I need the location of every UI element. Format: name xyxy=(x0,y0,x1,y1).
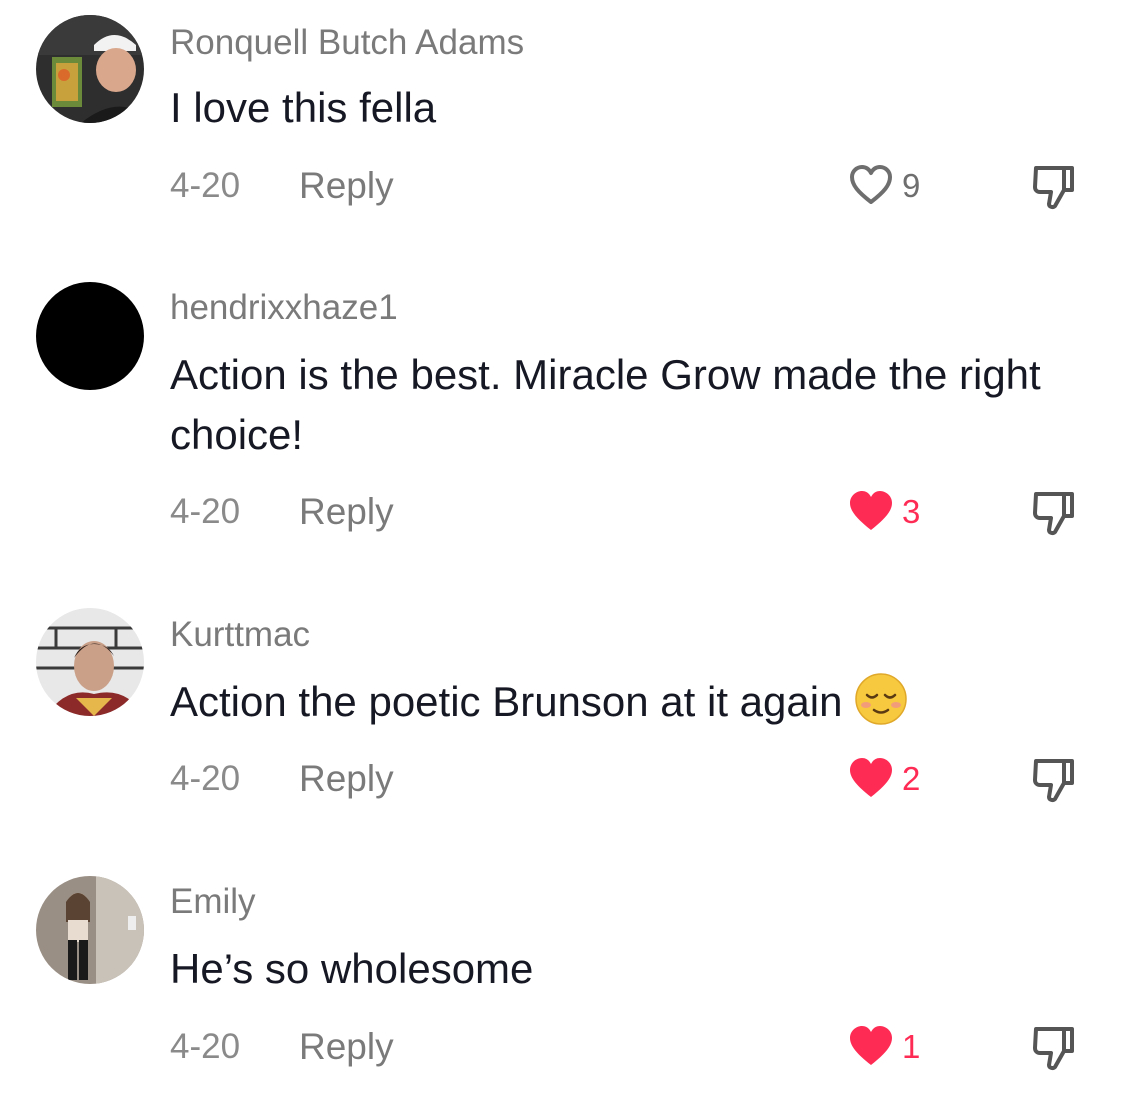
thumbs-down-icon xyxy=(1033,759,1074,803)
heart-icon xyxy=(850,1026,892,1065)
thumbs-down-icon xyxy=(1033,166,1074,210)
comment-date: 4-20 xyxy=(170,166,241,205)
comment-text: Action the poetic Brunson at it again xyxy=(170,678,843,725)
relieved-face-emoji xyxy=(855,673,908,725)
avatar[interactable] xyxy=(36,282,144,390)
heart-icon xyxy=(850,491,892,530)
like-count: 1 xyxy=(902,1027,921,1065)
comment-text: Action is the best. Miracle Grow made th… xyxy=(170,351,1041,458)
avatar[interactable] xyxy=(36,876,144,984)
username[interactable]: Emily xyxy=(170,884,256,919)
like-count: 9 xyxy=(902,166,921,204)
reply-button[interactable]: Reply xyxy=(299,167,394,204)
dislike-button[interactable] xyxy=(1028,1021,1080,1073)
comment-date: 4-20 xyxy=(170,1027,241,1066)
like-button[interactable]: 3 xyxy=(848,487,920,535)
username[interactable]: Kurttmac xyxy=(170,617,310,652)
heart-icon xyxy=(850,758,892,797)
dislike-button[interactable] xyxy=(1028,486,1080,538)
reply-button[interactable]: Reply xyxy=(299,760,394,797)
reply-button[interactable]: Reply xyxy=(299,493,394,530)
username[interactable]: hendrixxhaze1 xyxy=(170,290,398,325)
comment-date: 4-20 xyxy=(170,759,241,798)
like-button[interactable]: 1 xyxy=(848,1022,920,1070)
comment-date: 4-20 xyxy=(170,492,241,531)
like-button[interactable]: 2 xyxy=(848,754,920,802)
reply-button[interactable]: Reply xyxy=(299,1028,394,1065)
dislike-button[interactable] xyxy=(1028,753,1080,805)
thumbs-down-icon xyxy=(1033,1027,1074,1071)
avatar[interactable] xyxy=(36,608,144,716)
comment-text-row: Action the poetic Brunson at it again xyxy=(170,672,1070,732)
like-count: 3 xyxy=(902,492,921,530)
heart-icon xyxy=(850,165,892,204)
avatar[interactable] xyxy=(36,15,144,123)
like-count: 2 xyxy=(902,759,921,797)
username[interactable]: Ronquell Butch Adams xyxy=(170,25,524,60)
comment-text: I love this fella xyxy=(170,84,437,131)
like-button[interactable]: 9 xyxy=(848,161,920,209)
dislike-button[interactable] xyxy=(1028,160,1080,212)
thumbs-down-icon xyxy=(1033,492,1074,536)
comment-text: He’s so wholesome xyxy=(170,945,534,992)
